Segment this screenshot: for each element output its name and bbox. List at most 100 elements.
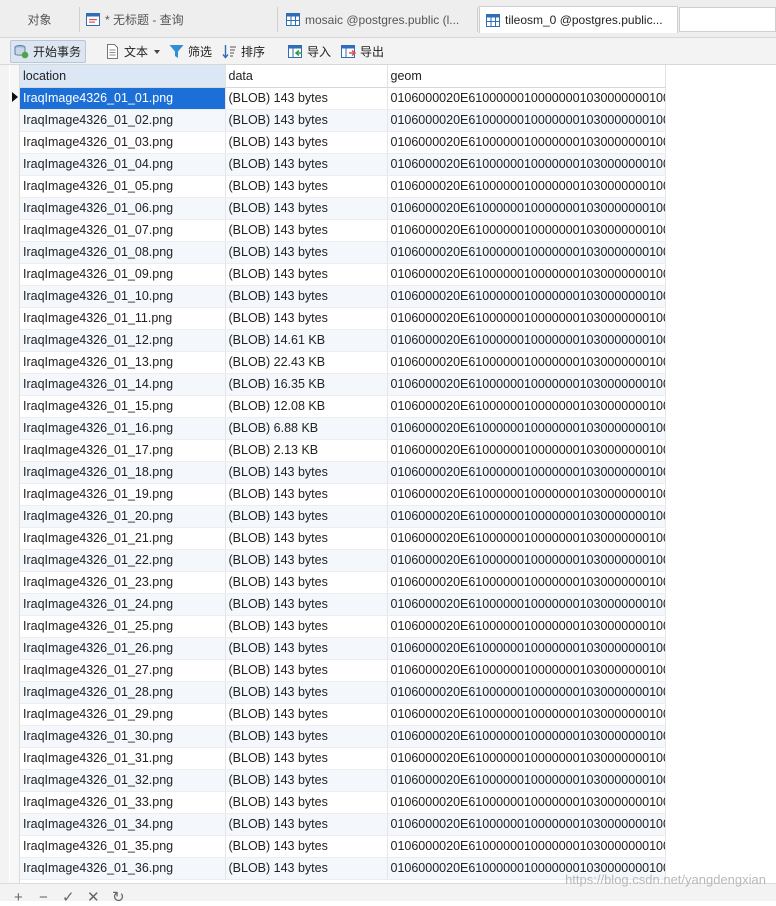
table-row[interactable]: IraqImage4326_01_02.png (BLOB) 143 bytes 0… xyxy=(20,109,666,132)
cell-geom[interactable]: 0106000020E61000000100000001030000000100… xyxy=(387,285,666,308)
table-row[interactable]: IraqImage4326_01_21.png (BLOB) 143 bytes 0… xyxy=(20,527,666,550)
cell-location[interactable]: IraqImage4326_01_27.png xyxy=(20,659,226,682)
cell-data[interactable]: (BLOB) 16.35 KB xyxy=(225,373,388,396)
cell-data[interactable]: (BLOB) 143 bytes xyxy=(225,175,388,198)
table-row[interactable]: IraqImage4326_01_29.png (BLOB) 143 bytes 0… xyxy=(20,703,666,726)
table-row[interactable]: IraqImage4326_01_33.png (BLOB) 143 bytes 0… xyxy=(20,791,666,814)
table-row[interactable]: IraqImage4326_01_16.png (BLOB) 6.88 KB 010… xyxy=(20,417,666,440)
cell-location[interactable]: IraqImage4326_01_03.png xyxy=(20,131,226,154)
cell-geom[interactable]: 0106000020E61000000100000001030000000100… xyxy=(387,219,666,242)
add-icon[interactable]: + xyxy=(14,890,23,905)
cell-geom[interactable]: 0106000020E61000000100000001030000000100… xyxy=(387,483,666,506)
cell-geom[interactable]: 0106000020E61000000100000001030000000100… xyxy=(387,835,666,858)
cell-location[interactable]: IraqImage4326_01_19.png xyxy=(20,483,226,506)
cell-location[interactable]: IraqImage4326_01_22.png xyxy=(20,549,226,572)
cell-location[interactable]: IraqImage4326_01_35.png xyxy=(20,835,226,858)
cell-location[interactable]: IraqImage4326_01_07.png xyxy=(20,219,226,242)
cell-data[interactable]: (BLOB) 143 bytes xyxy=(225,571,388,594)
cell-data[interactable]: (BLOB) 22.43 KB xyxy=(225,351,388,374)
column-header-location[interactable]: location xyxy=(20,65,226,88)
cell-geom[interactable]: 0106000020E61000000100000001030000000100… xyxy=(387,461,666,484)
table-row[interactable]: IraqImage4326_01_03.png (BLOB) 143 bytes 0… xyxy=(20,131,666,154)
cell-data[interactable]: (BLOB) 143 bytes xyxy=(225,307,388,330)
cell-location[interactable]: IraqImage4326_01_34.png xyxy=(20,813,226,836)
text-view-button[interactable]: 文本 xyxy=(105,40,165,63)
column-header-geom[interactable]: geom xyxy=(387,65,666,88)
cell-data[interactable]: (BLOB) 143 bytes xyxy=(225,109,388,132)
table-row[interactable]: IraqImage4326_01_22.png (BLOB) 143 bytes 0… xyxy=(20,549,666,572)
cell-location[interactable]: IraqImage4326_01_36.png xyxy=(20,857,226,880)
cell-geom[interactable]: 0106000020E61000000100000001030000000100… xyxy=(387,395,666,418)
cell-location[interactable]: IraqImage4326_01_05.png xyxy=(20,175,226,198)
cell-data[interactable]: (BLOB) 143 bytes xyxy=(225,747,388,770)
cell-geom[interactable]: 0106000020E61000000100000001030000000100… xyxy=(387,109,666,132)
cell-geom[interactable]: 0106000020E61000000100000001030000000100… xyxy=(387,659,666,682)
cell-data[interactable]: (BLOB) 143 bytes xyxy=(225,87,388,110)
table-row[interactable]: IraqImage4326_01_31.png (BLOB) 143 bytes 0… xyxy=(20,747,666,770)
remove-icon[interactable]: − xyxy=(39,890,48,905)
table-row[interactable]: IraqImage4326_01_25.png (BLOB) 143 bytes 0… xyxy=(20,615,666,638)
tab-tileosm[interactable]: tileosm_0 @postgres.public... xyxy=(479,6,678,33)
cell-location[interactable]: IraqImage4326_01_08.png xyxy=(20,241,226,264)
cell-location[interactable]: IraqImage4326_01_09.png xyxy=(20,263,226,286)
filter-button[interactable]: 筛选 xyxy=(169,40,217,63)
cell-data[interactable]: (BLOB) 143 bytes xyxy=(225,593,388,616)
cell-location[interactable]: IraqImage4326_01_33.png xyxy=(20,791,226,814)
cell-geom[interactable]: 0106000020E61000000100000001030000000100… xyxy=(387,439,666,462)
table-row[interactable]: IraqImage4326_01_11.png (BLOB) 143 bytes 0… xyxy=(20,307,666,330)
cell-data[interactable]: (BLOB) 12.08 KB xyxy=(225,395,388,418)
cell-data[interactable]: (BLOB) 2.13 KB xyxy=(225,439,388,462)
cell-data[interactable]: (BLOB) 143 bytes xyxy=(225,505,388,528)
export-button[interactable]: 导出 xyxy=(341,40,389,63)
table-row[interactable]: IraqImage4326_01_23.png (BLOB) 143 bytes 0… xyxy=(20,571,666,594)
cell-location[interactable]: IraqImage4326_01_26.png xyxy=(20,637,226,660)
cell-geom[interactable]: 0106000020E61000000100000001030000000100… xyxy=(387,307,666,330)
cell-data[interactable]: (BLOB) 143 bytes xyxy=(225,615,388,638)
cell-data[interactable]: (BLOB) 143 bytes xyxy=(225,769,388,792)
table-row[interactable]: IraqImage4326_01_19.png (BLOB) 143 bytes 0… xyxy=(20,483,666,506)
cell-location[interactable]: IraqImage4326_01_23.png xyxy=(20,571,226,594)
column-header-data[interactable]: data xyxy=(225,65,388,88)
tab-search-input[interactable] xyxy=(679,7,776,32)
table-row[interactable]: IraqImage4326_01_10.png (BLOB) 143 bytes 0… xyxy=(20,285,666,308)
cell-data[interactable]: (BLOB) 143 bytes xyxy=(225,549,388,572)
cell-data[interactable]: (BLOB) 143 bytes xyxy=(225,131,388,154)
table-row[interactable]: IraqImage4326_01_07.png (BLOB) 143 bytes 0… xyxy=(20,219,666,242)
cell-geom[interactable]: 0106000020E61000000100000001030000000100… xyxy=(387,197,666,220)
begin-transaction-button[interactable]: 开始事务 xyxy=(10,40,86,63)
cell-geom[interactable]: 0106000020E61000000100000001030000000100… xyxy=(387,637,666,660)
cell-geom[interactable]: 0106000020E61000000100000001030000000100… xyxy=(387,703,666,726)
cell-geom[interactable]: 0106000020E61000000100000001030000000100… xyxy=(387,131,666,154)
cell-location[interactable]: IraqImage4326_01_20.png xyxy=(20,505,226,528)
table-row[interactable]: IraqImage4326_01_18.png (BLOB) 143 bytes 0… xyxy=(20,461,666,484)
cell-location[interactable]: IraqImage4326_01_14.png xyxy=(20,373,226,396)
table-row[interactable]: IraqImage4326_01_13.png (BLOB) 22.43 KB 01… xyxy=(20,351,666,374)
cell-data[interactable]: (BLOB) 6.88 KB xyxy=(225,417,388,440)
cell-location[interactable]: IraqImage4326_01_04.png xyxy=(20,153,226,176)
table-row[interactable]: IraqImage4326_01_15.png (BLOB) 12.08 KB 01… xyxy=(20,395,666,418)
table-row[interactable]: IraqImage4326_01_26.png (BLOB) 143 bytes 0… xyxy=(20,637,666,660)
table-row[interactable]: IraqImage4326_01_32.png (BLOB) 143 bytes 0… xyxy=(20,769,666,792)
cell-geom[interactable]: 0106000020E61000000100000001030000000100… xyxy=(387,681,666,704)
table-row[interactable]: IraqImage4326_01_14.png (BLOB) 16.35 KB 01… xyxy=(20,373,666,396)
cell-data[interactable]: (BLOB) 143 bytes xyxy=(225,681,388,704)
tab-objects[interactable]: 对象 xyxy=(0,7,80,32)
cell-geom[interactable]: 0106000020E61000000100000001030000000100… xyxy=(387,549,666,572)
cell-data[interactable]: (BLOB) 143 bytes xyxy=(225,637,388,660)
table-row[interactable]: IraqImage4326_01_30.png (BLOB) 143 bytes 0… xyxy=(20,725,666,748)
table-row[interactable]: IraqImage4326_01_04.png (BLOB) 143 bytes 0… xyxy=(20,153,666,176)
tab-untitled-query[interactable]: * 无标题 - 查询 xyxy=(80,7,278,32)
cell-geom[interactable]: 0106000020E61000000100000001030000000100… xyxy=(387,241,666,264)
import-button[interactable]: 导入 xyxy=(288,40,336,63)
table-row[interactable]: IraqImage4326_01_34.png (BLOB) 143 bytes 0… xyxy=(20,813,666,836)
cell-data[interactable]: (BLOB) 143 bytes xyxy=(225,197,388,220)
cell-geom[interactable]: 0106000020E61000000100000001030000000100… xyxy=(387,351,666,374)
cell-location[interactable]: IraqImage4326_01_12.png xyxy=(20,329,226,352)
table-row[interactable]: IraqImage4326_01_17.png (BLOB) 2.13 KB 010… xyxy=(20,439,666,462)
cell-location[interactable]: IraqImage4326_01_17.png xyxy=(20,439,226,462)
cell-location[interactable]: IraqImage4326_01_32.png xyxy=(20,769,226,792)
cell-data[interactable]: (BLOB) 14.61 KB xyxy=(225,329,388,352)
cell-location[interactable]: IraqImage4326_01_13.png xyxy=(20,351,226,374)
cell-location[interactable]: IraqImage4326_01_11.png xyxy=(20,307,226,330)
cell-geom[interactable]: 0106000020E61000000100000001030000000100… xyxy=(387,791,666,814)
